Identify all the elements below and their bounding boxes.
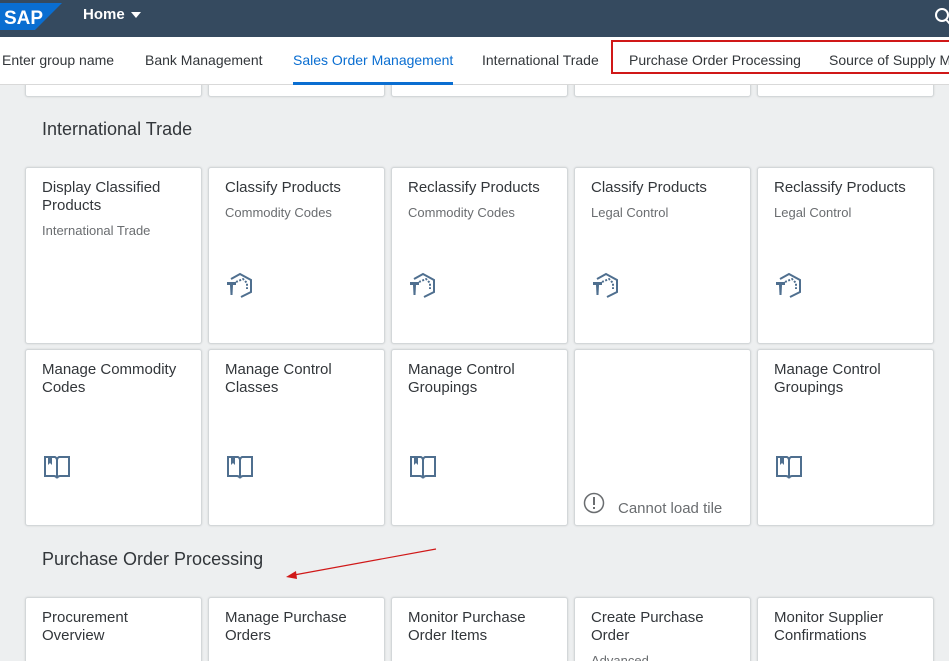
tile-reclassify-products-commodity[interactable]: Reclassify Products Commodity Codes (391, 167, 568, 344)
sap-logo[interactable]: SAP (0, 3, 62, 30)
book-icon (776, 456, 802, 479)
tile-title: Manage Control Groupings (774, 361, 881, 396)
tile-manage-commodity-codes[interactable]: Manage Commodity Codes (25, 349, 202, 526)
home-menu-button[interactable]: Home (83, 6, 141, 23)
alert-icon (583, 492, 605, 514)
tile-subtitle: International Trade (42, 223, 151, 238)
book-icon (227, 456, 253, 479)
tile-title: Monitor Supplier Confirmations (774, 609, 884, 644)
tile-title: Manage Purchase Orders (225, 609, 347, 644)
tile-title: Manage Commodity Codes (42, 361, 177, 396)
tile-procurement-overview[interactable]: Procurement Overview (25, 597, 202, 661)
tile-title: Monitor Purchase Order Items (408, 609, 526, 644)
classify-icon (410, 272, 435, 298)
tile-title: Reclassify Products (408, 179, 540, 196)
tile-manage-control-groupings-2[interactable]: Manage Control Groupings (757, 349, 934, 526)
group-title-international-trade: International Trade (42, 119, 193, 139)
tile-create-purchase-order[interactable]: Create Purchase Order Advanced (574, 597, 751, 661)
tile-subtitle: Advanced (591, 653, 649, 661)
tile-manage-purchase-orders[interactable]: Manage Purchase Orders (208, 597, 385, 661)
tile-error-text: Cannot load tile (618, 500, 723, 517)
tile-title: Create Purchase Order (591, 609, 704, 644)
tile-title: Procurement Overview (42, 609, 128, 644)
group-title-purchase-order-processing: Purchase Order Processing (42, 549, 264, 569)
anchor-item-sales-order-management[interactable]: Sales Order Management (293, 37, 454, 85)
search-icon[interactable] (929, 5, 949, 27)
tile-manage-control-classes[interactable]: Manage Control Classes (208, 349, 385, 526)
classify-icon (593, 272, 618, 298)
anchor-item-enter-group-name[interactable]: Enter group name (2, 37, 114, 85)
chevron-down-icon (130, 11, 141, 18)
tile-monitor-supplier-confirmations[interactable]: Monitor Supplier Confirmations (757, 597, 934, 661)
tile-cannot-load[interactable]: Cannot load tile (574, 349, 751, 526)
tile-title: Manage Control Classes (225, 361, 332, 396)
tile-subtitle: Commodity Codes (408, 205, 515, 220)
tile-title: Reclassify Products (774, 179, 906, 196)
tile-title: Manage Control Groupings (408, 361, 515, 396)
classify-icon (227, 272, 252, 298)
tile-subtitle: Legal Control (591, 205, 669, 220)
tile-display-classified-products[interactable]: Display Classified Products Internationa… (25, 167, 202, 344)
tile-manage-control-groupings[interactable]: Manage Control Groupings (391, 349, 568, 526)
book-icon (44, 456, 70, 479)
tile-reclassify-products-legal[interactable]: Reclassify Products Legal Control (757, 167, 934, 344)
book-icon (410, 456, 436, 479)
anchor-item-bank-management[interactable]: Bank Management (145, 37, 263, 85)
tile-title: Classify Products (591, 179, 707, 196)
tile-subtitle: Commodity Codes (225, 205, 332, 220)
tile-classify-products-commodity[interactable]: Classify Products Commodity Codes (208, 167, 385, 344)
tile-subtitle: Legal Control (774, 205, 852, 220)
tile-title: Display Classified Products (42, 179, 161, 214)
tile-monitor-purchase-order-items[interactable]: Monitor Purchase Order Items (391, 597, 568, 661)
home-label: Home (83, 6, 125, 23)
svg-text:SAP: SAP (4, 8, 43, 29)
tile-classify-products-legal[interactable]: Classify Products Legal Control (574, 167, 751, 344)
shell-header: SAP Home (0, 0, 949, 37)
highlight-box (611, 40, 949, 74)
anchor-item-international-trade[interactable]: International Trade (482, 37, 599, 85)
classify-icon (776, 272, 801, 298)
tile-title: Classify Products (225, 179, 341, 196)
